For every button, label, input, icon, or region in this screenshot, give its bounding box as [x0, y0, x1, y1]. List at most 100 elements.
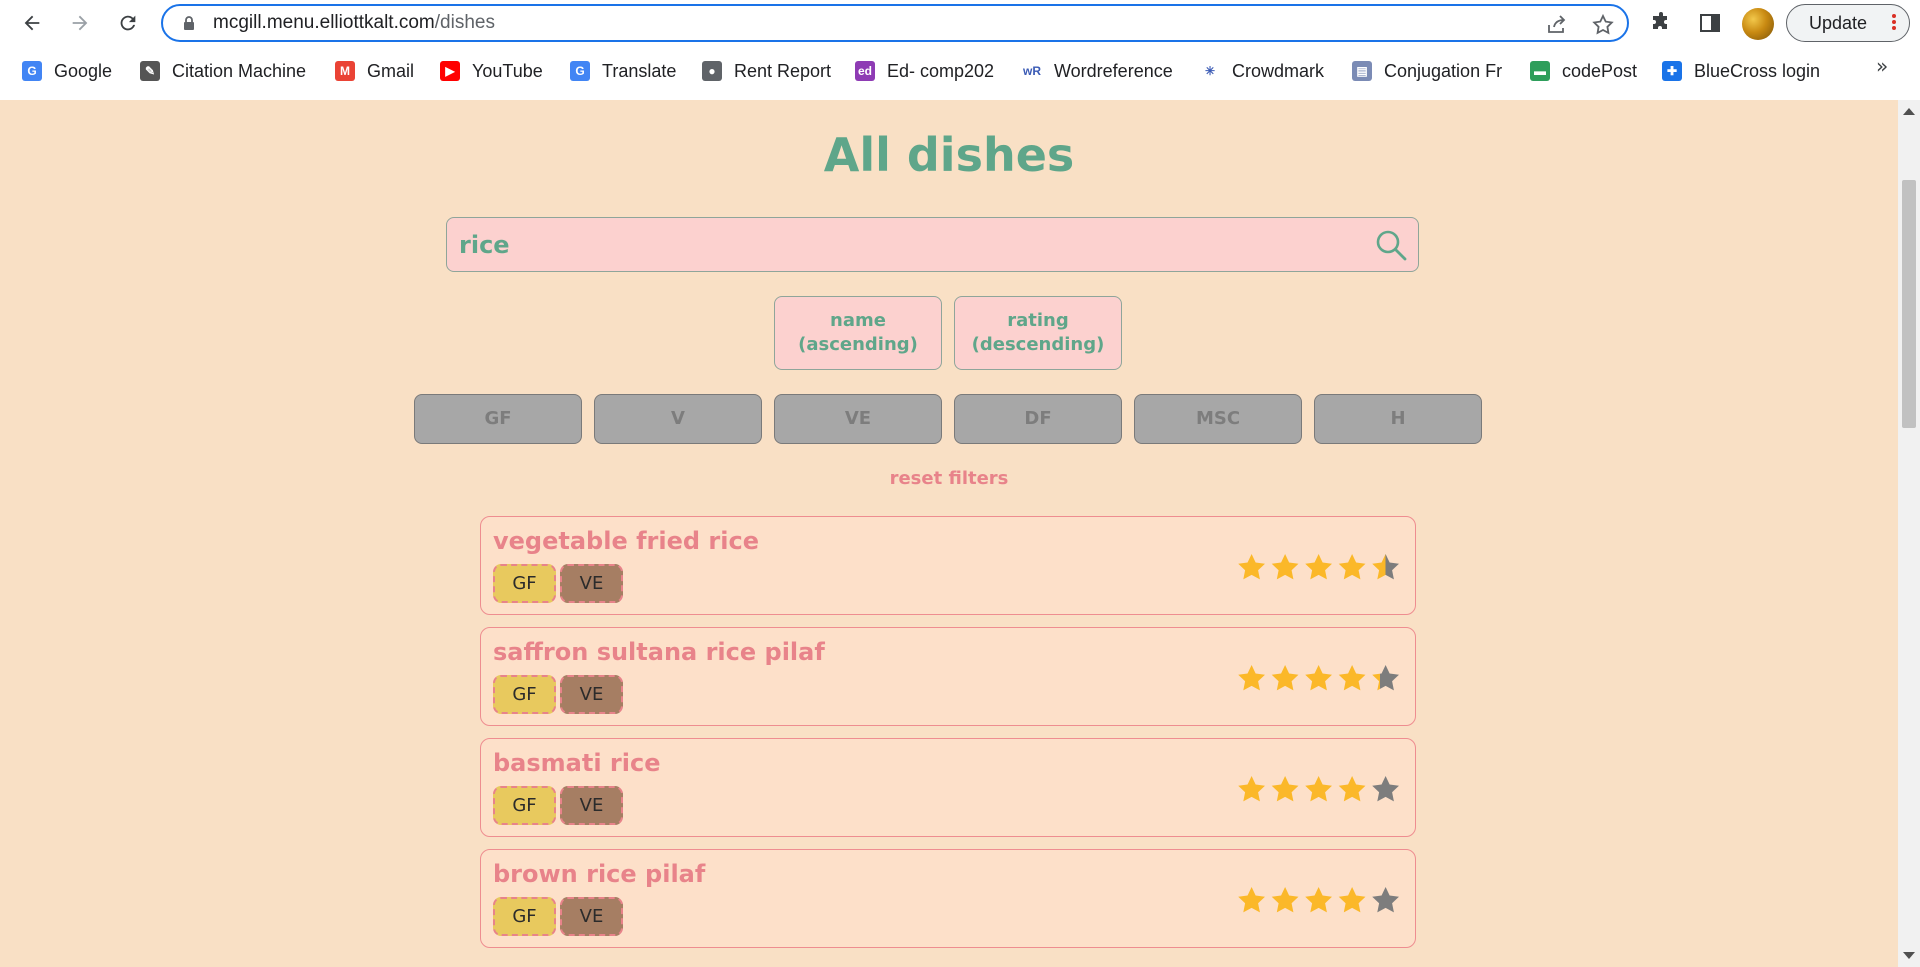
star-icon [1271, 775, 1299, 802]
bookmark-7[interactable]: ed Ed- comp202 [855, 59, 994, 83]
google-icon: G [22, 61, 42, 81]
bookmark-6[interactable]: ● Rent Report [702, 59, 831, 83]
dish-tags: GF VE [493, 786, 623, 825]
dish-name: brown rice pilaf [493, 860, 706, 888]
search-input[interactable] [459, 227, 1339, 263]
scroll-up-icon[interactable] [1903, 108, 1915, 115]
filter-button-v[interactable]: V [594, 394, 762, 444]
bookmark-10[interactable]: ▤ Conjugation Fr [1352, 59, 1502, 83]
tag-ve: VE [560, 786, 623, 825]
dish-name: saffron sultana rice pilaf [493, 638, 825, 666]
browser-toolbar: mcgill.menu.elliottkalt.com/dishes Updat… [0, 0, 1920, 46]
puzzle-icon [1653, 12, 1667, 29]
conjugation-icon: ▤ [1352, 61, 1372, 81]
globe-icon: ● [702, 61, 722, 81]
scrollbar-thumb[interactable] [1902, 180, 1916, 428]
page-scrollbar[interactable] [1898, 100, 1920, 967]
dish-card[interactable]: saffron sultana rice pilaf GF VE [480, 627, 1416, 726]
star-icon [1372, 775, 1399, 802]
share-icon[interactable] [1545, 13, 1569, 37]
star-icon [1305, 553, 1332, 580]
update-button[interactable]: Update [1786, 4, 1910, 42]
bookmark-1[interactable]: G Google [22, 59, 112, 83]
url-text: mcgill.menu.elliottkalt.com/dishes [213, 12, 495, 33]
star-icon [1338, 886, 1366, 913]
reload-button[interactable] [112, 8, 144, 38]
sort-button-1[interactable]: name (ascending) [774, 296, 942, 370]
codepost-icon: ▬ [1530, 61, 1550, 81]
bookmarks-overflow-icon[interactable]: » [1876, 54, 1888, 78]
bookmark-5[interactable]: G Translate [570, 59, 676, 83]
arrow-right-icon [72, 15, 88, 31]
citation-machine-icon: ✎ [140, 61, 160, 81]
forward-button[interactable] [64, 8, 96, 38]
tag-ve: VE [560, 897, 623, 936]
dish-card[interactable]: basmati rice GF VE [480, 738, 1416, 837]
page-title: All dishes [823, 128, 1075, 182]
star-icon [1338, 553, 1366, 580]
gmail-icon: M [335, 61, 355, 81]
extensions-button[interactable] [1648, 10, 1674, 36]
search-box [446, 217, 1419, 272]
star-icon [1238, 886, 1265, 913]
lock-icon [184, 16, 194, 30]
tag-gf: GF [493, 564, 556, 603]
dish-card[interactable]: brown rice pilaf GF VE [480, 849, 1416, 948]
star-icon [1238, 553, 1265, 580]
tag-gf: GF [493, 675, 556, 714]
filter-button-msc[interactable]: MSC [1134, 394, 1302, 444]
dish-tags: GF VE [493, 897, 623, 936]
star-icon [1305, 664, 1332, 691]
filter-button-h[interactable]: H [1314, 394, 1482, 444]
arrow-left-icon [24, 15, 40, 31]
browser-chrome: mcgill.menu.elliottkalt.com/dishes Updat… [0, 0, 1920, 100]
bookmark-2[interactable]: ✎ Citation Machine [140, 59, 306, 83]
dish-name: vegetable fried rice [493, 527, 759, 555]
star-icon [1238, 775, 1265, 802]
filter-button-ve[interactable]: VE [774, 394, 942, 444]
bookmark-8[interactable]: wR Wordreference [1022, 59, 1173, 83]
star-icon [1372, 553, 1399, 580]
filter-button-gf[interactable]: GF [414, 394, 582, 444]
star-icon [1305, 886, 1332, 913]
bookmark-11[interactable]: ▬ codePost [1530, 59, 1637, 83]
star-rating [1238, 775, 1399, 802]
sort-button-2[interactable]: rating (descending) [954, 296, 1122, 370]
youtube-icon: ▶ [440, 61, 460, 81]
dish-tags: GF VE [493, 675, 623, 714]
bookmark-4[interactable]: ▶ YouTube [440, 59, 543, 83]
back-button[interactable] [16, 8, 48, 38]
star-icon [1338, 775, 1366, 802]
star-icon [1238, 664, 1265, 691]
star-rating [1238, 886, 1399, 913]
scroll-down-icon[interactable] [1903, 952, 1915, 959]
search-icon[interactable] [1374, 228, 1408, 262]
bookmark-12[interactable]: ✚ BlueCross login [1662, 59, 1820, 83]
wordreference-icon: wR [1023, 64, 1041, 78]
side-panel-button[interactable] [1697, 10, 1723, 36]
dish-card[interactable]: vegetable fried rice GF VE [480, 516, 1416, 615]
side-panel-icon [1700, 14, 1720, 32]
address-bar[interactable]: mcgill.menu.elliottkalt.com/dishes [161, 4, 1629, 42]
bookmark-star-icon[interactable] [1591, 13, 1615, 37]
profile-avatar[interactable] [1742, 8, 1774, 40]
crowdmark-icon: ✳ [1204, 64, 1216, 78]
bluecross-icon: ✚ [1662, 61, 1682, 81]
tag-ve: VE [560, 675, 623, 714]
star-rating [1238, 553, 1399, 580]
filter-button-df[interactable]: DF [954, 394, 1122, 444]
star-icon [1271, 664, 1299, 691]
star-icon [1338, 664, 1366, 691]
page-content: All dishes name(ascending)rating(descend… [0, 100, 1898, 967]
dish-name: basmati rice [493, 749, 661, 777]
reload-icon [120, 15, 136, 31]
star-icon [1305, 775, 1332, 802]
star-icon [1372, 664, 1399, 691]
bookmark-9[interactable]: ✳ Crowdmark [1200, 59, 1324, 83]
bookmarks-bar: G Google ✎ Citation Machine M Gmail ▶ YouTube G T… [0, 50, 1920, 92]
tag-ve: VE [560, 564, 623, 603]
star-icon [1271, 886, 1299, 913]
bookmark-3[interactable]: M Gmail [335, 59, 414, 83]
tag-gf: GF [493, 786, 556, 825]
reset-filters-link[interactable]: reset filters [0, 468, 1898, 489]
